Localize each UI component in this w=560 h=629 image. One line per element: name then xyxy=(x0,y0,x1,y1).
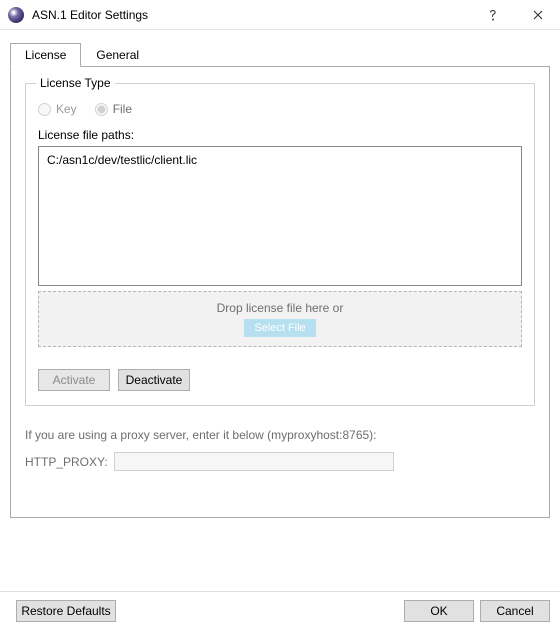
radio-key-input[interactable] xyxy=(38,103,51,116)
group-title: License Type xyxy=(36,76,115,90)
close-icon xyxy=(533,10,543,20)
help-icon xyxy=(488,9,498,21)
drop-zone[interactable]: Drop license file here or Select File xyxy=(38,291,522,347)
footer: Restore Defaults OK Cancel xyxy=(0,591,560,629)
radio-row: Key File xyxy=(38,102,522,116)
proxy-label: HTTP_PROXY: xyxy=(25,455,108,469)
ok-button[interactable]: OK xyxy=(404,600,474,622)
window-title: ASN.1 Editor Settings xyxy=(32,8,470,22)
license-paths-box[interactable]: C:/asn1c/dev/testlic/client.lic xyxy=(38,146,522,286)
tab-license[interactable]: License xyxy=(10,43,81,67)
radio-key[interactable]: Key xyxy=(38,102,77,116)
tabpanel-license: License Type Key File License file paths… xyxy=(10,66,550,518)
select-file-button[interactable]: Select File xyxy=(244,319,315,337)
help-button[interactable] xyxy=(470,0,515,30)
radio-file[interactable]: File xyxy=(95,102,132,116)
proxy-note: If you are using a proxy server, enter i… xyxy=(25,428,535,442)
close-button[interactable] xyxy=(515,0,560,30)
proxy-row: HTTP_PROXY: xyxy=(25,452,535,471)
deactivate-button[interactable]: Deactivate xyxy=(118,369,190,391)
radio-key-label: Key xyxy=(56,102,77,116)
content-area: License General License Type Key File Li… xyxy=(0,30,560,591)
tab-general[interactable]: General xyxy=(81,43,154,66)
restore-defaults-button[interactable]: Restore Defaults xyxy=(16,600,116,622)
license-path-entry: C:/asn1c/dev/testlic/client.lic xyxy=(47,153,513,167)
drop-zone-text: Drop license file here or xyxy=(217,301,344,315)
paths-label: License file paths: xyxy=(38,128,522,142)
license-type-group: License Type Key File License file paths… xyxy=(25,83,535,406)
http-proxy-input[interactable] xyxy=(114,452,394,471)
activate-button[interactable]: Activate xyxy=(38,369,110,391)
cancel-button[interactable]: Cancel xyxy=(480,600,550,622)
radio-file-label: File xyxy=(113,102,132,116)
radio-file-input[interactable] xyxy=(95,103,108,116)
app-icon xyxy=(8,7,24,23)
activate-row: Activate Deactivate xyxy=(38,369,522,391)
tabs: License General xyxy=(10,42,550,66)
titlebar: ASN.1 Editor Settings xyxy=(0,0,560,30)
